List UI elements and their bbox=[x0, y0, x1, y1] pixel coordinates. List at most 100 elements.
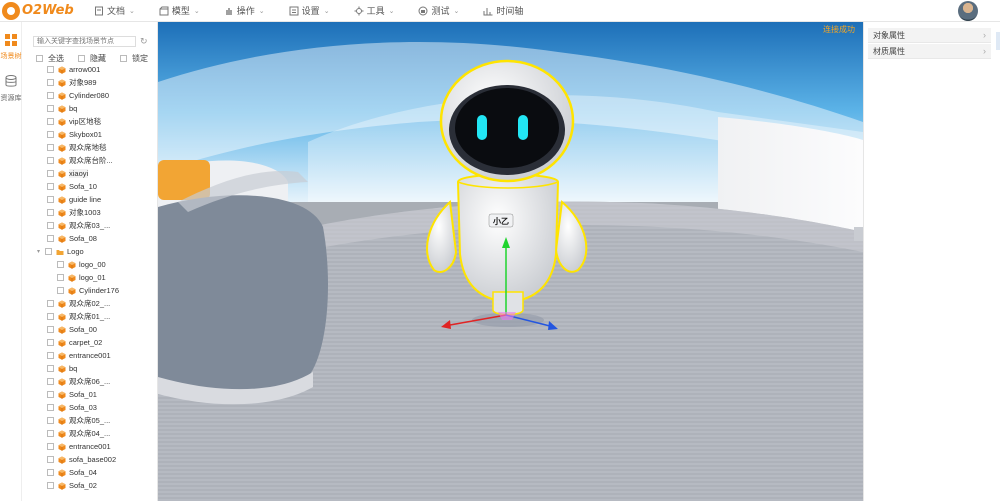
database-icon bbox=[5, 75, 17, 87]
hide-checkbox[interactable] bbox=[78, 55, 85, 62]
menu-timeline[interactable]: 时间轴 bbox=[483, 0, 523, 22]
tree-node-checkbox[interactable] bbox=[47, 196, 54, 203]
tree-node-checkbox[interactable] bbox=[47, 157, 54, 164]
tree-node-checkbox[interactable] bbox=[47, 365, 54, 372]
tree-node[interactable]: 观众席地毯 bbox=[22, 141, 157, 154]
rail-scene-tree-button[interactable]: 场景树 bbox=[0, 22, 22, 61]
tree-node-checkbox[interactable] bbox=[47, 326, 54, 333]
tree-node-checkbox[interactable] bbox=[47, 352, 54, 359]
tree-node-checkbox[interactable] bbox=[47, 430, 54, 437]
tree-node[interactable]: arrow001 bbox=[22, 63, 157, 76]
tree-node-checkbox[interactable] bbox=[47, 66, 54, 73]
tree-node-checkbox[interactable] bbox=[47, 131, 54, 138]
tree-node[interactable]: 对象1003 bbox=[22, 206, 157, 219]
menu-model[interactable]: 模型 ⌄ bbox=[159, 0, 200, 22]
mesh-cube-icon bbox=[58, 92, 66, 100]
tree-node[interactable]: 观众席04_... bbox=[22, 427, 157, 440]
tree-node[interactable]: carpet_02 bbox=[22, 336, 157, 349]
menu-label: 测试 bbox=[431, 6, 450, 16]
tree-node[interactable]: 观众席台阶... bbox=[22, 154, 157, 167]
tree-node-label: entrance001 bbox=[69, 351, 111, 360]
tree-node-checkbox[interactable] bbox=[47, 222, 54, 229]
tree-node[interactable]: ▾ Logo bbox=[22, 245, 157, 258]
tree-node-checkbox[interactable] bbox=[47, 300, 54, 307]
tree-node[interactable]: logo_00 bbox=[22, 258, 157, 271]
tree-search-input[interactable] bbox=[33, 36, 136, 47]
tree-node-checkbox[interactable] bbox=[57, 274, 64, 281]
tree-node-checkbox[interactable] bbox=[47, 170, 54, 177]
tree-node[interactable]: Sofa_10 bbox=[22, 180, 157, 193]
tree-node-label: Logo bbox=[67, 247, 84, 256]
tree-node[interactable]: Cylinder176 bbox=[22, 284, 157, 297]
tree-node[interactable]: Sofa_02 bbox=[22, 479, 157, 492]
object-properties-row[interactable]: 对象属性 › bbox=[868, 28, 991, 43]
tree-node-checkbox[interactable] bbox=[47, 404, 54, 411]
tree-node[interactable]: Sofa_04 bbox=[22, 466, 157, 479]
tree-node[interactable]: sofa_base002 bbox=[22, 453, 157, 466]
tree-node[interactable]: 观众席01_... bbox=[22, 310, 157, 323]
tree-node-checkbox[interactable] bbox=[57, 287, 64, 294]
tree-node[interactable]: xiaoyi bbox=[22, 167, 157, 180]
tree-node[interactable]: Skybox01 bbox=[22, 128, 157, 141]
panel-side-tab[interactable] bbox=[996, 32, 1000, 50]
mesh-cube-icon bbox=[58, 105, 66, 113]
tree-node[interactable]: entrance001 bbox=[22, 440, 157, 453]
tree-node[interactable]: vip区地毯 bbox=[22, 115, 157, 128]
menu-operation[interactable]: 操作 ⌄ bbox=[224, 0, 265, 22]
select-all-checkbox[interactable] bbox=[36, 55, 43, 62]
tree-node[interactable]: bq bbox=[22, 102, 157, 115]
model-icon bbox=[159, 6, 172, 16]
tree-node[interactable]: Sofa_01 bbox=[22, 388, 157, 401]
tree-node[interactable]: Sofa_08 bbox=[22, 232, 157, 245]
tree-node[interactable]: 观众席05_... bbox=[22, 414, 157, 427]
folder-icon bbox=[56, 248, 64, 256]
tree-node[interactable]: bq bbox=[22, 362, 157, 375]
tree-node-checkbox[interactable] bbox=[47, 144, 54, 151]
tree-node-checkbox[interactable] bbox=[47, 209, 54, 216]
tree-node[interactable]: guide line bbox=[22, 193, 157, 206]
expand-arrow-icon[interactable]: ▾ bbox=[37, 248, 45, 255]
tree-node[interactable]: Cylinder080 bbox=[22, 89, 157, 102]
tree-node-checkbox[interactable] bbox=[47, 183, 54, 190]
tree-node-checkbox[interactable] bbox=[47, 313, 54, 320]
menu-document[interactable]: 文档 ⌄ bbox=[94, 0, 135, 22]
rail-resource-button[interactable]: 资源库 bbox=[0, 61, 22, 103]
tree-node-checkbox[interactable] bbox=[47, 118, 54, 125]
material-properties-label: 材质属性 bbox=[873, 46, 905, 56]
menu-tools[interactable]: 工具 ⌄ bbox=[354, 0, 394, 22]
tree-node[interactable]: entrance001 bbox=[22, 349, 157, 362]
tree-node[interactable]: 观众席06_... bbox=[22, 375, 157, 388]
tree-node[interactable]: 对象989 bbox=[22, 76, 157, 89]
tree-node[interactable]: logo_01 bbox=[22, 271, 157, 284]
tree-node-checkbox[interactable] bbox=[47, 417, 54, 424]
tree-node[interactable]: Sofa_00 bbox=[22, 323, 157, 336]
tree-node-checkbox[interactable] bbox=[47, 105, 54, 112]
user-avatar[interactable] bbox=[958, 1, 978, 21]
tree-node-checkbox[interactable] bbox=[45, 248, 52, 255]
mesh-cube-icon bbox=[58, 482, 66, 490]
tree-node-checkbox[interactable] bbox=[47, 235, 54, 242]
tree-node-checkbox[interactable] bbox=[47, 469, 54, 476]
refresh-icon[interactable]: ↻ bbox=[140, 36, 148, 47]
tree-node-checkbox[interactable] bbox=[47, 339, 54, 346]
tree-node-checkbox[interactable] bbox=[57, 261, 64, 268]
tree-node-label: sofa_base002 bbox=[69, 455, 117, 464]
tree-node-label: Cylinder080 bbox=[69, 91, 110, 100]
tree-node-checkbox[interactable] bbox=[47, 92, 54, 99]
tree-node[interactable]: Sofa_03 bbox=[22, 401, 157, 414]
lock-checkbox[interactable] bbox=[120, 55, 127, 62]
menu-settings[interactable]: 设置 ⌄ bbox=[289, 0, 330, 22]
tree-node-checkbox[interactable] bbox=[47, 391, 54, 398]
tree-node[interactable]: 观众席03_... bbox=[22, 219, 157, 232]
tree-node[interactable]: 观众席02_... bbox=[22, 297, 157, 310]
material-properties-row[interactable]: 材质属性 › bbox=[868, 44, 991, 59]
tree-node-label: 观众席地毯 bbox=[69, 143, 107, 152]
3d-viewport[interactable]: 连接成功 小乙 bbox=[158, 22, 863, 501]
tree-node-checkbox[interactable] bbox=[47, 443, 54, 450]
app-logo[interactable]: O2Web bbox=[0, 0, 80, 22]
menu-test[interactable]: 测试 ⌄ bbox=[418, 0, 459, 22]
tree-node-checkbox[interactable] bbox=[47, 456, 54, 463]
tree-node-checkbox[interactable] bbox=[47, 378, 54, 385]
tree-node-checkbox[interactable] bbox=[47, 79, 54, 86]
tree-node-checkbox[interactable] bbox=[47, 482, 54, 489]
